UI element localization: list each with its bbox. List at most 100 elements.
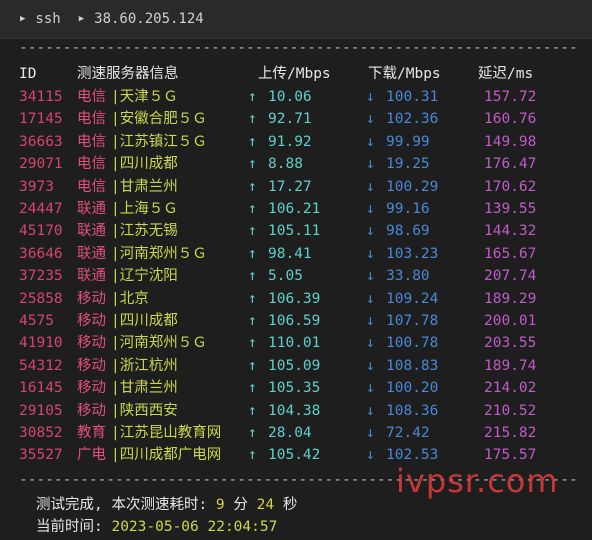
server-location: |天津５Ｇ <box>111 89 178 105</box>
isp-name: 移动 <box>77 290 106 307</box>
upload-number: 8.88 <box>268 156 303 173</box>
server-location: |四川成都 <box>111 156 178 173</box>
download-number: 100.20 <box>386 380 439 397</box>
table-row: 25858 移动 |北京 ↑ 106.39 ↓ 109.24 189.29 <box>0 288 592 310</box>
download-number: 72.42 <box>386 425 430 441</box>
latency-value: 189.74 <box>484 357 537 374</box>
download-number: 107.78 <box>386 313 439 329</box>
upload-value: ↑ 8.88 <box>248 153 303 175</box>
breadcrumb-ssh[interactable]: ssh <box>35 11 60 27</box>
arrow-up-icon: ↑ <box>248 357 257 374</box>
arrow-up-icon: ↑ <box>248 111 257 128</box>
upload-value: ↑ 28.04 <box>248 422 312 444</box>
upload-value: ↑ 17.27 <box>248 176 312 198</box>
server-id: 29071 <box>19 156 63 173</box>
download-value: ↓ 108.83 <box>366 355 438 377</box>
arrow-up-icon: ↑ <box>248 89 257 105</box>
isp-name: 电信 <box>77 133 106 150</box>
seconds-unit: 秒 <box>274 497 298 513</box>
arrow-up-icon: ↑ <box>248 156 257 173</box>
arrow-up-icon: ↑ <box>248 447 257 464</box>
arrow-down-icon: ↓ <box>366 156 375 173</box>
arrow-down-icon: ↓ <box>366 178 375 195</box>
download-number: 100.31 <box>386 89 439 105</box>
latency-value: 203.55 <box>484 335 537 352</box>
breadcrumb-host[interactable]: 38.60.205.124 <box>94 11 204 27</box>
arrow-down-icon: ↓ <box>366 245 375 262</box>
isp-name: 电信 <box>77 89 106 105</box>
upload-number: 106.21 <box>268 201 321 217</box>
isp-name: 电信 <box>77 178 106 195</box>
download-number: 100.29 <box>386 178 439 195</box>
isp-name: 移动 <box>77 357 106 374</box>
minutes-value: 9 <box>215 497 225 513</box>
table-header: ID 测速服务器信息 上传/Mbps 下载/Mbps 延迟/ms <box>0 63 592 85</box>
latency-value: 200.01 <box>484 313 537 329</box>
table-row: 29105 移动 |陕西西安 ↑ 104.38 ↓ 108.36 210.52 <box>0 400 592 422</box>
server-id: 34115 <box>19 89 63 105</box>
download-number: 108.36 <box>386 402 439 419</box>
server-id: 3973 <box>19 178 54 195</box>
download-number: 33.80 <box>386 268 430 285</box>
arrow-up-icon: ↑ <box>248 425 257 441</box>
chevron-right-icon: ▶ <box>20 14 26 24</box>
upload-number: 106.59 <box>268 313 321 329</box>
download-value: ↓ 103.23 <box>366 243 438 265</box>
server-id: 29105 <box>19 402 63 419</box>
time-label: 当前时间: <box>36 519 112 535</box>
upload-value: ↑ 105.11 <box>248 220 320 242</box>
table-row: 29071 电信 |四川成都 ↑ 8.88 ↓ 19.25 176.47 <box>0 153 592 175</box>
latency-value: 214.02 <box>484 380 537 397</box>
server-id: 54312 <box>19 357 63 374</box>
seconds-value: 24 <box>256 497 275 513</box>
arrow-down-icon: ↓ <box>366 402 375 419</box>
isp-name: 广电 <box>77 447 106 464</box>
server-id: 45170 <box>19 223 63 240</box>
header-id: ID <box>19 66 37 82</box>
tab-bar: ▶ ssh ▶ 38.60.205.124 <box>0 0 592 39</box>
server-id: 24447 <box>19 201 63 217</box>
server-location: |四川成都 <box>111 313 178 329</box>
arrow-up-icon: ↑ <box>248 402 257 419</box>
arrow-down-icon: ↓ <box>366 335 375 352</box>
server-id: 36663 <box>19 133 63 150</box>
test-complete-line: 测试完成, 本次测速耗时: 9 分 24 秒 <box>36 493 297 514</box>
download-value: ↓ 100.20 <box>366 377 438 399</box>
arrow-up-icon: ↑ <box>248 245 257 262</box>
server-id: 37235 <box>19 268 63 285</box>
chevron-right-icon: ▶ <box>78 14 85 24</box>
download-number: 108.83 <box>386 357 439 374</box>
download-number: 102.36 <box>386 111 439 128</box>
table-row: 34115 电信 |天津５Ｇ ↑ 10.06 ↓ 100.31 157.72 <box>0 86 592 108</box>
upload-number: 104.38 <box>268 402 321 419</box>
server-location: |河南郑州５Ｇ <box>111 335 207 352</box>
terminal-window: ▶ ssh ▶ 38.60.205.124 ------------------… <box>0 0 592 540</box>
download-value: ↓ 108.36 <box>366 400 438 422</box>
isp-name: 移动 <box>77 380 106 397</box>
server-id: 35527 <box>19 447 63 464</box>
table-row: 16145 移动 |甘肃兰州 ↑ 105.35 ↓ 100.20 214.02 <box>0 377 592 399</box>
minutes-unit: 分 <box>224 497 257 513</box>
table-row: 17145 电信 |安徽合肥５Ｇ ↑ 92.71 ↓ 102.36 160.76 <box>0 108 592 130</box>
header-download: 下载/Mbps <box>368 66 441 82</box>
upload-value: ↑ 104.38 <box>248 400 320 422</box>
arrow-down-icon: ↓ <box>366 447 375 464</box>
server-location: |辽宁沈阳 <box>111 268 178 285</box>
latency-value: 170.62 <box>484 178 537 195</box>
server-location: |安徽合肥５Ｇ <box>111 111 207 128</box>
arrow-down-icon: ↓ <box>366 313 375 329</box>
download-value: ↓ 33.80 <box>366 265 430 287</box>
download-value: ↓ 107.78 <box>366 310 438 332</box>
latency-value: 176.47 <box>484 156 537 173</box>
latency-value: 160.76 <box>484 111 537 128</box>
server-location: |上海５Ｇ <box>111 201 178 217</box>
upload-number: 28.04 <box>268 425 312 441</box>
download-number: 19.25 <box>386 156 430 173</box>
table-row: 24447 联通 |上海５Ｇ ↑ 106.21 ↓ 99.16 139.55 <box>0 198 592 220</box>
arrow-down-icon: ↓ <box>366 357 375 374</box>
download-number: 103.23 <box>386 245 439 262</box>
server-location: |江苏镇江５Ｇ <box>111 133 207 150</box>
upload-number: 91.92 <box>268 133 312 150</box>
download-value: ↓ 98.69 <box>366 220 430 242</box>
arrow-up-icon: ↑ <box>248 290 257 307</box>
